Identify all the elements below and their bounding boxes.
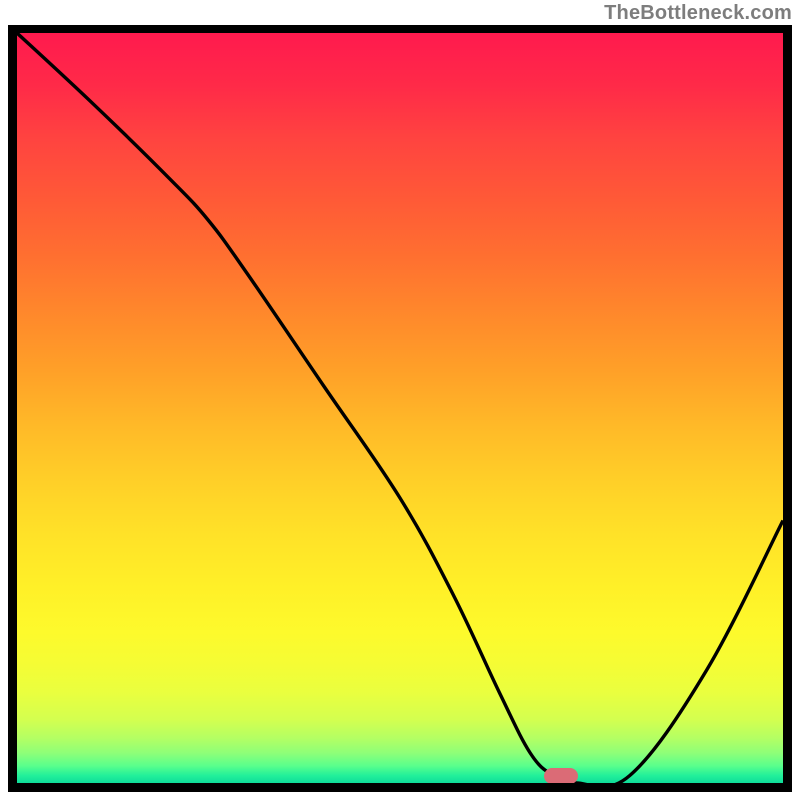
optimum-marker [544,768,578,784]
plot-area [17,33,783,783]
chart-canvas: TheBottleneck.com [0,0,800,800]
bottleneck-curve [17,33,783,783]
watermark-text: TheBottleneck.com [604,2,792,25]
plot-frame [8,25,792,792]
